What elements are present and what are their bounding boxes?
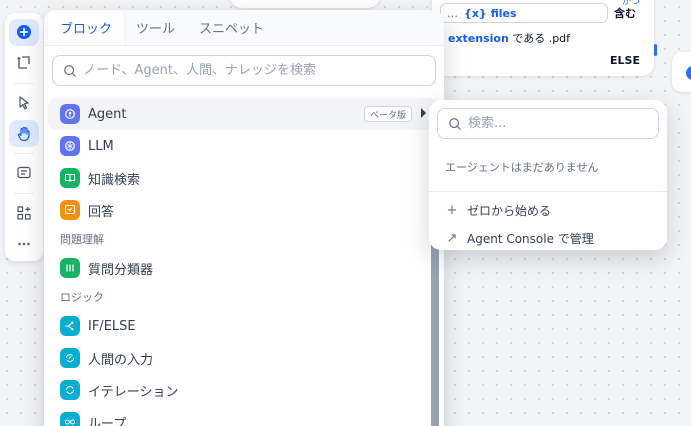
block-list: Agent ベータ版 LLM 知識検索 回答 問題理解 質問分類器 ロジック I… [44,94,444,426]
classifier-icon [60,258,80,278]
tab-snippets[interactable]: スニペット [187,10,276,45]
block-item-llm[interactable]: LLM [48,130,440,162]
variable-name: {x} files [464,6,517,20]
grid-icon [17,206,31,220]
llm-icon [60,136,80,156]
agent-submenu-panel: エージェントはまだありません + ゼロから始める ↗ Agent Console… [429,100,667,250]
block-search-box[interactable] [52,55,436,86]
block-search-input[interactable] [83,63,403,78]
block-item-label: LLM [88,138,114,154]
pointer-mode-button[interactable] [9,89,39,116]
branch-icon [60,316,80,336]
block-list-scrollbar[interactable] [431,240,439,426]
block-item-label: 質問分類器 [88,262,154,278]
human-icon [60,348,80,368]
block-item-label: 人間の入力 [88,352,154,368]
search-icon [64,64,76,77]
block-item-label: 回答 [88,204,115,220]
hand-mode-button[interactable] [9,120,39,147]
action-label: Agent Console で管理 [467,231,594,246]
agent-search-box[interactable] [437,108,659,139]
organize-blocks-button[interactable] [9,200,39,227]
more-options-button[interactable] [9,230,39,257]
block-item-label: IF/ELSE [88,318,136,334]
agent-search-wrap [429,100,667,139]
block-tabs: ブロック ツール スニペット [44,10,444,46]
hand-icon [17,126,30,141]
cursor-icon [19,96,29,110]
block-item-label: 知識検索 [88,172,141,188]
block-item-label: Agent [88,106,127,122]
block-item-loop[interactable]: ループ [48,406,440,426]
toolbar-divider [14,152,34,154]
external-link-icon: ↗ [446,230,458,246]
block-item-human-input[interactable]: 人間の入力 [48,342,440,374]
block-item-label: イテレーション [88,384,179,400]
block-item-ifelse[interactable]: IF/ELSE [48,310,440,342]
sub-condition-value: である .pdf [508,32,571,45]
sub-condition: extension である .pdf [448,30,570,46]
condition-operator[interactable]: 含む [614,8,636,19]
condition-row: … {x} files 含む [440,2,640,24]
add-note-button[interactable] [9,50,39,77]
tab-blocks[interactable]: ブロック [48,10,125,45]
canvas-node-ifelse[interactable]: … {x} files 含む かつ extension である .pdf ELS… [432,0,654,76]
variable-path-dots: … [447,6,458,20]
node-output-handle[interactable] [654,44,657,56]
search-icon [449,117,461,130]
block-selector-panel: ブロック ツール スニペット Agent ベータ版 LLM 知 [44,10,444,426]
block-item-answer[interactable]: 回答 [48,194,440,226]
block-item-label: ループ [88,416,127,426]
sub-condition-key: extension [448,32,509,45]
action-label: ゼロから始める [467,203,552,218]
book-icon [60,168,80,188]
section-question-understanding: 問題理解 [60,233,104,246]
chevron-right-icon [421,108,426,118]
toolbar-divider [14,82,34,84]
tab-tools[interactable]: ツール [124,10,187,45]
section-logic: ロジック [60,291,104,304]
start-from-scratch-action[interactable]: + ゼロから始める [429,196,667,224]
canvas-node-partial[interactable] [230,0,380,8]
agent-icon [60,104,80,124]
agent-search-input[interactable] [468,116,648,131]
more-icon [18,242,30,245]
comment-icon [17,167,31,179]
block-item-knowledge-retrieval[interactable]: 知識検索 [48,162,440,194]
block-item-agent[interactable]: Agent ベータ版 [48,98,440,130]
manage-in-console-action[interactable]: ↗ Agent Console で管理 [429,224,667,252]
else-label: ELSE [610,54,640,67]
condition-logic-operator[interactable]: かつ [622,0,640,7]
canvas-node-next[interactable] [672,52,691,92]
agent-empty-state: エージェントはまだありません [445,161,599,174]
loop-icon [60,412,80,426]
note-add-icon [17,56,30,69]
block-search-wrap [44,46,444,94]
comment-button[interactable] [9,160,39,187]
iteration-icon [60,380,80,400]
agent-divider [429,191,667,192]
block-item-iteration[interactable]: イテレーション [48,374,440,406]
condition-variable-chip[interactable]: … {x} files [440,3,608,23]
plus-icon: + [446,202,458,218]
toolbar-divider [14,192,34,194]
add-node-button[interactable] [9,19,39,46]
answer-icon [60,200,80,220]
node-handle-dot[interactable] [686,66,691,80]
block-item-question-classifier[interactable]: 質問分類器 [48,252,440,284]
workflow-toolbar [5,13,43,261]
plus-circle-icon [17,25,31,40]
beta-badge: ベータ版 [363,106,412,122]
